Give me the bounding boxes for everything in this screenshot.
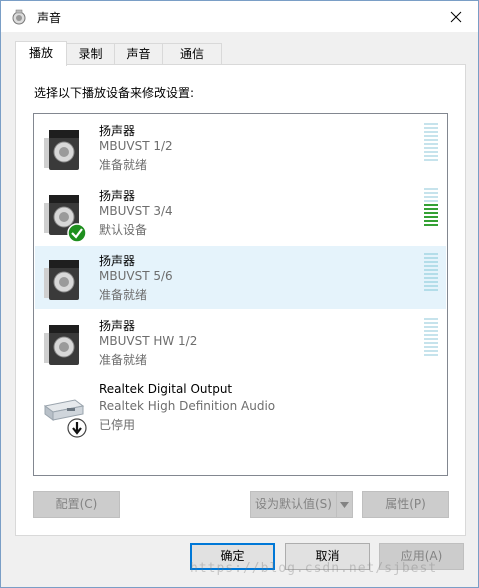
volume-meter [424,318,438,360]
set-default-button[interactable]: 设为默认值(S) [250,491,336,518]
device-status: 准备就绪 [99,158,148,172]
device-item[interactable]: 扬声器 MBUVST HW 1/2 准备就绪 [35,311,446,374]
playback-panel: 选择以下播放设备来修改设置: 扬声器 MBUVST 1/2 准备就绪 扬声器 M… [15,64,466,536]
chevron-down-icon [340,502,349,508]
device-name: 扬声器 [99,254,136,268]
device-detail: Realtek High Definition Audio [99,399,276,413]
close-icon [450,11,462,22]
volume-meter [424,188,438,230]
device-detail: MBUVST 3/4 [99,204,173,218]
tab-label: 通信 [179,47,204,61]
device-status: 默认设备 [99,223,148,237]
set-default-dropdown[interactable] [336,491,353,518]
device-item[interactable]: Realtek Digital Output Realtek High Defi… [35,376,446,439]
sound-dialog: 声音 播放 录制 声音 通信 选择以下播放设备来修改设置: 扬声器 MBUVST… [0,0,479,588]
device-detail: MBUVST HW 1/2 [99,334,198,348]
device-status: 准备就绪 [99,288,148,302]
default-check-icon [67,223,87,243]
device-name: 扬声器 [99,189,136,203]
speaker-icon [44,325,79,365]
device-name: 扬声器 [99,319,136,333]
tab-label: 声音 [126,47,151,61]
speaker-icon [44,130,79,170]
tab-communications[interactable]: 通信 [162,43,222,65]
volume-meter [424,253,438,295]
title-bar: 声音 [1,1,478,32]
volume-meter [424,123,438,165]
device-status: 准备就绪 [99,353,148,367]
tab-label: 播放 [28,46,53,60]
window-title: 声音 [37,11,62,25]
device-item[interactable]: 扬声器 MBUVST 3/4 默认设备 [35,181,446,244]
device-name: 扬声器 [99,124,136,138]
speaker-icon [44,260,79,300]
device-list[interactable]: 扬声器 MBUVST 1/2 准备就绪 扬声器 MBUVST 3/4 默认设备 … [33,113,448,476]
device-detail: MBUVST 1/2 [99,139,173,153]
device-item-selected[interactable]: 扬声器 MBUVST 5/6 准备就绪 [35,246,446,309]
tab-recording[interactable]: 录制 [66,43,115,65]
device-name: Realtek Digital Output [99,382,233,396]
speaker-small-icon [12,9,26,25]
device-status: 已停用 [99,418,136,432]
close-button[interactable] [434,1,478,32]
device-detail: MBUVST 5/6 [99,269,173,283]
watermark-text: https://blog.csdn.net/sjbest [190,561,438,576]
configure-button[interactable]: 配置(C) [33,491,120,518]
tab-sounds[interactable]: 声音 [114,43,163,65]
tab-playback[interactable]: 播放 [15,41,67,66]
disabled-down-arrow-icon [67,418,87,438]
device-item[interactable]: 扬声器 MBUVST 1/2 准备就绪 [35,116,446,179]
properties-button[interactable]: 属性(P) [362,491,449,518]
tab-label: 录制 [78,47,103,61]
instruction-text: 选择以下播放设备来修改设置: [34,86,195,100]
